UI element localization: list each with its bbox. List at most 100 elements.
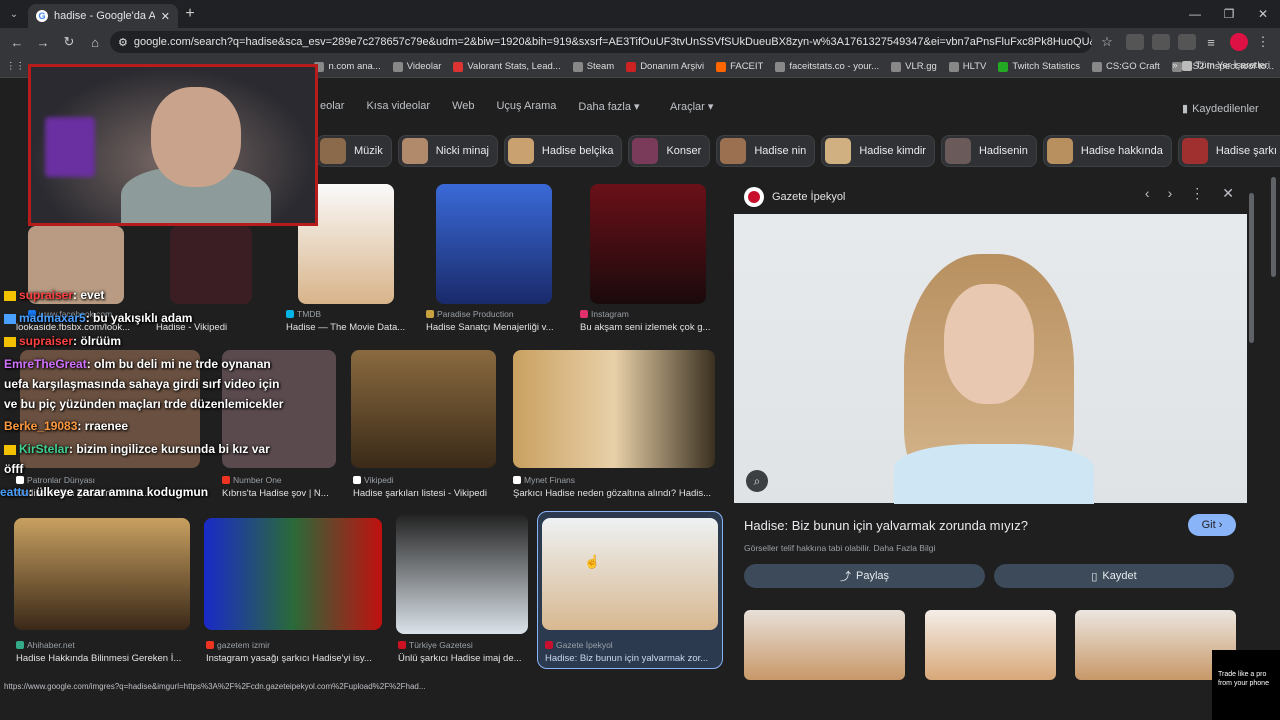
new-tab-button[interactable]: + (178, 5, 202, 23)
mouse-cursor-icon: ☝ (584, 554, 601, 569)
result-image[interactable] (170, 226, 252, 304)
badge-icon (4, 290, 16, 301)
more-options-icon[interactable]: ⋮ (1190, 185, 1204, 202)
close-icon[interactable]: ✕ (1222, 185, 1234, 202)
bookmark-item[interactable]: Twitch Statistics (998, 61, 1080, 72)
result-caption[interactable]: Kıbrıs'ta Hadise şov | N... (222, 488, 336, 499)
chip-hadise-kimdir[interactable]: Hadise kimdir (821, 135, 935, 167)
tab-short-videos[interactable]: Kısa videolar (366, 100, 430, 113)
minimize-button[interactable]: — (1178, 0, 1212, 28)
result-caption[interactable]: Hadise — The Movie Data... (286, 322, 410, 333)
result-image[interactable] (513, 350, 715, 468)
close-tab-icon[interactable]: ✕ (161, 10, 170, 23)
result-caption[interactable]: Hadise şarkıları listesi - Vikipedi (353, 488, 503, 499)
result-caption[interactable]: Bu akşam seni izlemek çok g... (580, 322, 714, 333)
home-button[interactable]: ⌂ (84, 35, 106, 50)
chip-konser[interactable]: Konser (628, 135, 711, 167)
chip-nicki-minaj[interactable]: Nicki minaj (397, 135, 498, 167)
browser-toolbar: ← → ↻ ⌂ ⚙ google.com/search?q=hadise&sca… (0, 28, 1280, 56)
chip-hadise-hakkinda[interactable]: Hadise hakkında (1042, 135, 1172, 167)
tab-strip: ⌄ G hadise - Google'da Ara ✕ + — ❐ ✕ (0, 0, 1280, 28)
chip-hadise-nin[interactable]: Hadise nin (716, 135, 816, 167)
restore-button[interactable]: ❐ (1212, 0, 1246, 28)
site-info-icon[interactable]: ⚙ (118, 36, 128, 49)
tab-search-button[interactable]: ⌄ (0, 0, 28, 28)
page-scrollbar[interactable] (1271, 177, 1276, 277)
result-image[interactable] (436, 184, 552, 304)
result-caption[interactable]: Hadise: Biz bunun için yalvarmak zor... (545, 653, 715, 664)
all-bookmarks-folder[interactable]: Tüm Yer İşaretleri (1181, 60, 1270, 71)
result-image-selected[interactable] (542, 518, 718, 630)
bookmark-item[interactable]: HLTV (948, 61, 986, 72)
related-thumb[interactable] (925, 610, 1056, 680)
bookmark-icon: ▯ (1091, 570, 1098, 583)
panel-source[interactable]: Gazete İpekyol (772, 191, 845, 203)
bookmark-item[interactable]: VLR.gg (891, 61, 937, 72)
tab-web[interactable]: Web (452, 100, 474, 113)
close-window-button[interactable]: ✕ (1246, 0, 1280, 28)
bookmark-item[interactable]: Steam (572, 61, 614, 72)
panel-scrollbar[interactable] (1249, 193, 1254, 343)
visit-button[interactable]: Git › (1188, 514, 1236, 536)
result-source: Ahihaber.net (16, 640, 75, 650)
bookmark-item[interactable]: FACEIT (716, 61, 763, 72)
result-image[interactable] (204, 518, 382, 630)
bookmark-item[interactable]: n.com ana... (314, 61, 381, 72)
badge-icon (4, 313, 16, 324)
chip-hadise-belcika[interactable]: Hadise belçika (503, 135, 623, 167)
save-button[interactable]: ▯ Kaydet (994, 564, 1234, 588)
bookmark-item[interactable]: Videolar (392, 61, 441, 72)
profile-avatar[interactable] (1230, 33, 1248, 51)
tools-button[interactable]: Araçlar ▾ (670, 100, 713, 113)
related-thumb[interactable] (744, 610, 905, 680)
saved-button[interactable]: ▮ Kaydedilenler (1182, 102, 1259, 116)
browser-tab[interactable]: G hadise - Google'da Ara ✕ (28, 4, 178, 28)
google-favicon-icon: G (36, 10, 48, 22)
result-caption[interactable]: Hadise Hakkında Bilinmesi Gereken İ... (16, 653, 186, 664)
result-source: TMDB (286, 309, 321, 319)
back-button[interactable]: ← (6, 35, 28, 50)
chip-hadisenin[interactable]: Hadisenin (940, 135, 1037, 167)
chip-music[interactable]: Müzik (316, 135, 392, 167)
preview-image[interactable]: ⌕ (734, 214, 1247, 504)
forward-button[interactable]: → (32, 35, 54, 50)
result-image[interactable] (396, 514, 528, 634)
result-source: gazetem izmir (206, 640, 270, 650)
streamer-webcam (28, 64, 318, 226)
tab-more[interactable]: Daha fazla ▾ (578, 100, 639, 113)
media-icon[interactable]: ≡ (1200, 35, 1222, 50)
next-icon[interactable]: › (1168, 185, 1173, 202)
more-bookmarks-icon[interactable]: » (1172, 60, 1177, 71)
extension-icon[interactable] (1126, 34, 1144, 50)
gazete-ipekyol-logo-icon (744, 187, 764, 207)
bookmark-item[interactable]: Valorant Stats, Lead... (453, 61, 561, 72)
bookmark-star-icon[interactable]: ☆ (1096, 34, 1118, 50)
result-caption[interactable]: Ünlü şarkıcı Hadise imaj de... (398, 653, 524, 664)
bookmark-item[interactable]: faceitstats.co - your... (775, 61, 879, 72)
tab-title: hadise - Google'da Ara (54, 10, 155, 22)
lens-search-icon[interactable]: ⌕ (746, 470, 768, 492)
extension-icon[interactable] (1152, 34, 1170, 50)
image-preview-panel: Gazete İpekyol ‹ › ⋮ ✕ ⌕ Hadise: Biz bun… (734, 177, 1254, 680)
share-icon: ⤴ (839, 571, 851, 583)
result-caption[interactable]: Hadise Sanatçı Menajerliği v... (426, 322, 560, 333)
result-image[interactable] (351, 350, 496, 468)
result-caption[interactable]: Instagram yasağı şarkıcı Hadise'yi isy..… (206, 653, 376, 664)
prev-icon[interactable]: ‹ (1145, 185, 1150, 202)
menu-icon[interactable]: ⋮ (1252, 34, 1274, 50)
tab-videos[interactable]: eolar (320, 100, 344, 113)
copyright-note: Görseller telif hakkına tabi olabilir. D… (744, 543, 936, 553)
reload-button[interactable]: ↻ (58, 34, 80, 50)
address-bar[interactable]: ⚙ google.com/search?q=hadise&sca_esv=289… (110, 31, 1092, 53)
panel-title[interactable]: Hadise: Biz bunun için yalvarmak zorunda… (744, 518, 1028, 533)
result-caption[interactable]: Şarkıcı Hadise neden gözaltına alındı? H… (513, 488, 717, 499)
result-source: Number One (222, 475, 282, 485)
result-image[interactable] (14, 518, 190, 630)
share-button[interactable]: ⤴ Paylaş (744, 564, 985, 588)
tab-flights[interactable]: Uçuş Arama (496, 100, 556, 113)
bookmark-item[interactable]: Donanım Arşivi (626, 61, 704, 72)
extensions-puzzle-icon[interactable] (1178, 34, 1196, 50)
bookmark-item[interactable]: CS:GO Craft (1091, 61, 1160, 72)
result-image[interactable] (590, 184, 706, 304)
chip-hadise-sarki[interactable]: Hadise şarkı (1177, 135, 1280, 167)
